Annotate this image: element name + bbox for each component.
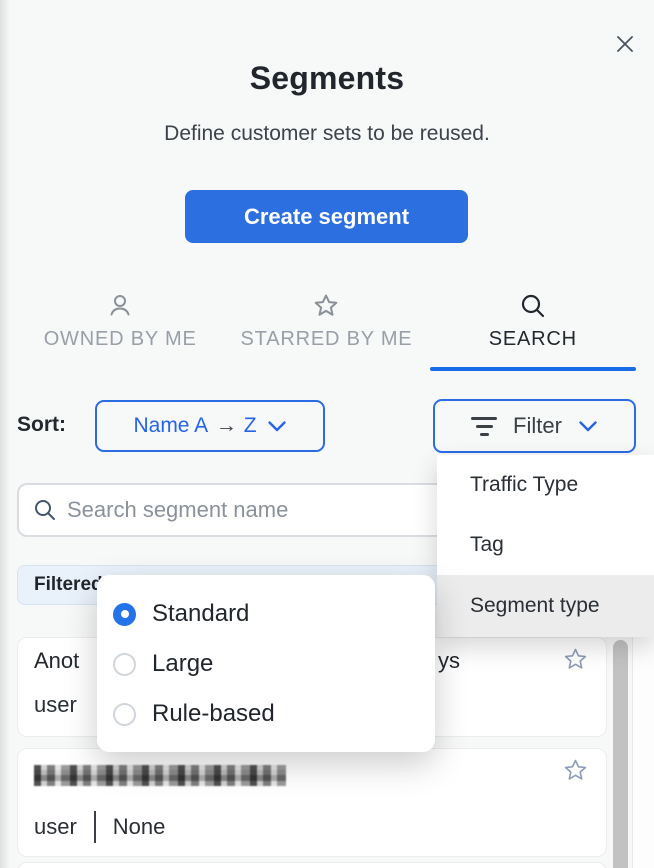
radio-icon <box>113 653 136 676</box>
radio-label: Standard <box>152 600 249 628</box>
tab-label: SEARCH <box>489 328 577 351</box>
radio-label: Rule-based <box>152 700 275 728</box>
scrollbar[interactable] <box>613 640 628 868</box>
star-icon[interactable] <box>563 647 588 672</box>
tab-label: STARRED BY ME <box>241 328 413 351</box>
tab-bar: OWNED BY ME STARRED BY ME SEARCH <box>17 292 636 372</box>
radio-option-rule-based[interactable]: Rule-based <box>113 689 435 739</box>
sort-dropdown-button[interactable]: Name A → Z <box>95 400 325 452</box>
segment-meta: user None <box>34 811 165 843</box>
create-segment-button[interactable]: Create segment <box>185 190 468 243</box>
tab-starred-by-me[interactable]: STARRED BY ME <box>223 292 429 372</box>
star-icon[interactable] <box>563 758 588 783</box>
meta-divider <box>94 811 96 843</box>
segment-type-popup: Standard Large Rule-based <box>97 575 435 752</box>
radio-option-large[interactable]: Large <box>113 639 435 689</box>
sort-arrow-glyph: → <box>216 414 237 437</box>
chevron-down-icon <box>578 420 598 433</box>
menu-item-tag[interactable]: Tag <box>437 515 654 575</box>
segment-meta: user <box>34 692 77 718</box>
filter-menu: Traffic Type Tag Segment type <box>437 455 654 637</box>
segment-card[interactable]: user None <box>17 748 607 857</box>
radio-icon <box>113 703 136 726</box>
menu-item-traffic-type[interactable]: Traffic Type <box>437 455 654 515</box>
search-icon <box>519 292 547 320</box>
filter-label: Filter <box>513 413 562 439</box>
active-tab-indicator <box>430 367 636 371</box>
segments-drawer: Segments Define customer sets to be reus… <box>0 0 654 868</box>
tab-label: OWNED BY ME <box>44 328 197 351</box>
sort-value: Name A <box>133 414 207 437</box>
person-icon <box>106 292 134 320</box>
right-gutter <box>632 637 654 868</box>
menu-item-segment-type[interactable]: Segment type <box>437 575 654 637</box>
tab-search[interactable]: SEARCH <box>430 292 636 372</box>
close-icon <box>616 35 634 53</box>
tab-owned-by-me[interactable]: OWNED BY ME <box>17 292 223 372</box>
segment-meta-value: None <box>113 814 166 840</box>
segment-meta-type: user <box>34 692 77 718</box>
chevron-down-icon <box>267 420 287 433</box>
filter-dropdown-button[interactable]: Filter <box>433 399 636 453</box>
star-icon <box>312 292 340 320</box>
page-title: Segments <box>0 60 654 97</box>
segment-title-fragment: Anot <box>34 648 79 674</box>
page-subtitle: Define customer sets to be reused. <box>0 122 654 146</box>
radio-icon <box>113 603 136 626</box>
sort-value-z: Z <box>244 414 257 437</box>
radio-option-standard[interactable]: Standard <box>113 589 435 639</box>
close-button[interactable] <box>611 30 639 58</box>
filter-icon <box>471 417 497 436</box>
segment-card-partial <box>17 862 607 868</box>
segment-title-fragment: ys <box>438 648 460 674</box>
search-icon <box>33 498 57 522</box>
segment-meta-type: user <box>34 814 77 840</box>
sort-label: Sort: <box>17 413 66 437</box>
radio-label: Large <box>152 650 213 678</box>
redacted-segment-title <box>34 765 286 786</box>
